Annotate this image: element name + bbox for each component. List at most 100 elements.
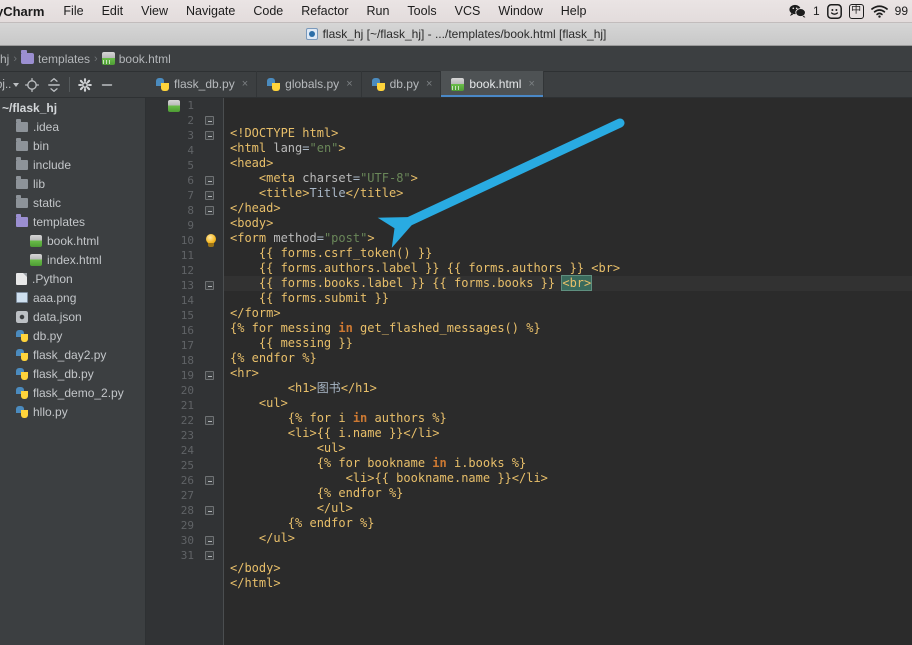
code-line[interactable]: </form> (224, 306, 912, 321)
code-line[interactable]: {% for bookname in i.books %} (224, 456, 912, 471)
fold-toggle-icon[interactable] (205, 371, 214, 380)
project-tree-panel[interactable]: ~/flask_hj .idea bin include lib static templa… (0, 98, 146, 645)
code-line[interactable]: <ul> (224, 441, 912, 456)
code-line[interactable]: {% for i in authors %} (224, 411, 912, 426)
code-line[interactable]: {{ forms.books.label }} {{ forms.books }… (224, 275, 912, 291)
tab-db-py[interactable]: db.py × (362, 71, 442, 97)
code-line[interactable]: {% endfor %} (224, 351, 912, 366)
fold-toggle-icon[interactable] (205, 116, 214, 125)
tree-item-book-html[interactable]: book.html (0, 231, 145, 250)
code-text-area[interactable]: <!DOCTYPE html> <html lang="en"> <head> <m… (224, 98, 912, 645)
close-icon[interactable]: × (346, 78, 352, 90)
fold-gutter[interactable] (202, 98, 224, 645)
menu-item-vcs[interactable]: VCS (446, 4, 490, 18)
fold-toggle-icon[interactable] (205, 536, 214, 545)
menu-item-help[interactable]: Help (552, 4, 596, 18)
breadcrumb-item-project[interactable]: hj (0, 52, 9, 66)
close-icon[interactable]: × (528, 78, 534, 90)
intention-bulb-icon[interactable] (204, 234, 218, 248)
fold-toggle-icon[interactable] (205, 416, 214, 425)
menu-item-run[interactable]: Run (357, 4, 398, 18)
code-line[interactable]: {{ messing }} (224, 336, 912, 351)
menu-item-tools[interactable]: Tools (398, 4, 445, 18)
tree-item-flask-demo-2-py[interactable]: flask_demo_2.py (0, 383, 145, 402)
code-line[interactable]: {{ forms.authors.label }} {{ forms.autho… (224, 261, 912, 276)
code-line[interactable]: <meta charset="UTF-8"> (224, 171, 912, 186)
smiley-icon[interactable] (826, 3, 842, 19)
tree-item-lib[interactable]: lib (0, 174, 145, 193)
code-line[interactable]: <li>{{ i.name }}</li> (224, 426, 912, 441)
menu-item-file[interactable]: File (54, 4, 92, 18)
code-line[interactable]: {{ forms.submit }} (224, 291, 912, 306)
fold-toggle-icon[interactable] (205, 191, 214, 200)
tab-flask_db-py[interactable]: flask_db.py × (146, 71, 258, 97)
menu-app-name[interactable]: yCharm (0, 4, 54, 19)
tree-item-static[interactable]: static (0, 193, 145, 212)
code-editor[interactable]: 1 2 3 4 5 6 7 8 9 10 11 12 13 14 15 16 17 18 19 20 21 22 23 24 2… (146, 98, 912, 645)
tree-item-flask-day2-py[interactable]: flask_day2.py (0, 345, 145, 364)
collapse-all-icon[interactable] (45, 76, 63, 94)
tree-item-idea[interactable]: .idea (0, 117, 145, 136)
code-line[interactable] (224, 546, 912, 561)
code-line[interactable]: <body> (224, 216, 912, 231)
code-line[interactable]: <html lang="en"> (224, 141, 912, 156)
fold-toggle-icon[interactable] (205, 551, 214, 560)
tree-item-db-py[interactable]: db.py (0, 326, 145, 345)
code-line[interactable]: <!DOCTYPE html> (224, 126, 912, 141)
code-line[interactable]: </html> (224, 576, 912, 591)
code-line[interactable]: {% endfor %} (224, 516, 912, 531)
code-line[interactable]: <li>{{ bookname.name }}</li> (224, 471, 912, 486)
tree-item-bin[interactable]: bin (0, 136, 145, 155)
tree-item-data-json[interactable]: data.json (0, 307, 145, 326)
code-line[interactable]: </ul> (224, 501, 912, 516)
code-line[interactable]: <ul> (224, 396, 912, 411)
tree-item-label: book.html (47, 233, 100, 248)
project-panel-toolbar: oj.. (0, 72, 146, 98)
tab-globals-py[interactable]: globals.py × (257, 71, 362, 97)
fold-toggle-icon[interactable] (205, 206, 214, 215)
breadcrumb-item-file[interactable]: book.html (101, 52, 171, 66)
code-line[interactable]: {% endfor %} (224, 486, 912, 501)
input-method-icon[interactable]: 中 (848, 3, 864, 19)
tree-item-index-html[interactable]: index.html (0, 250, 145, 269)
menu-item-refactor[interactable]: Refactor (292, 4, 357, 18)
fold-toggle-icon[interactable] (205, 176, 214, 185)
tree-item-aaa-png[interactable]: aaa.png (0, 288, 145, 307)
close-icon[interactable]: × (426, 78, 432, 90)
menu-item-window[interactable]: Window (489, 4, 551, 18)
tree-item-hllo-py[interactable]: hllo.py (0, 402, 145, 421)
tree-item-flask-db-py[interactable]: flask_db.py (0, 364, 145, 383)
minimize-icon[interactable] (98, 76, 116, 94)
fold-toggle-icon[interactable] (205, 476, 214, 485)
close-icon[interactable]: × (242, 78, 248, 90)
code-line[interactable]: {% for messing in get_flashed_messages()… (224, 321, 912, 336)
gear-icon[interactable] (76, 76, 94, 94)
code-line[interactable]: </body> (224, 561, 912, 576)
code-line[interactable]: <form method="post"> (224, 231, 912, 246)
menu-item-code[interactable]: Code (244, 4, 292, 18)
code-line[interactable]: <hr> (224, 366, 912, 381)
code-line[interactable]: </head> (224, 201, 912, 216)
line-number: 9 (187, 219, 194, 232)
fold-toggle-icon[interactable] (205, 131, 214, 140)
code-line[interactable]: <title>Title</title> (224, 186, 912, 201)
tree-item-flask-hj[interactable]: ~/flask_hj (0, 98, 145, 117)
code-line[interactable]: </ul> (224, 531, 912, 546)
tab-book-html[interactable]: book.html × (441, 71, 544, 97)
code-line[interactable]: <head> (224, 156, 912, 171)
tree-item-templates[interactable]: templates (0, 212, 145, 231)
project-dropdown[interactable]: oj.. (0, 79, 20, 91)
tree-item-python[interactable]: .Python (0, 269, 145, 288)
breadcrumb-item-templates[interactable]: templates (21, 50, 90, 66)
wifi-icon[interactable] (870, 4, 888, 18)
menu-item-navigate[interactable]: Navigate (177, 4, 244, 18)
wechat-icon[interactable] (789, 4, 806, 18)
menu-item-edit[interactable]: Edit (93, 4, 133, 18)
tree-item-include[interactable]: include (0, 155, 145, 174)
fold-toggle-icon[interactable] (205, 281, 214, 290)
fold-toggle-icon[interactable] (205, 506, 214, 515)
locate-target-icon[interactable] (23, 76, 41, 94)
code-line[interactable]: <h1>图书</h1> (224, 381, 912, 396)
code-line[interactable]: {{ forms.csrf_token() }} (224, 246, 912, 261)
menu-item-view[interactable]: View (132, 4, 177, 18)
